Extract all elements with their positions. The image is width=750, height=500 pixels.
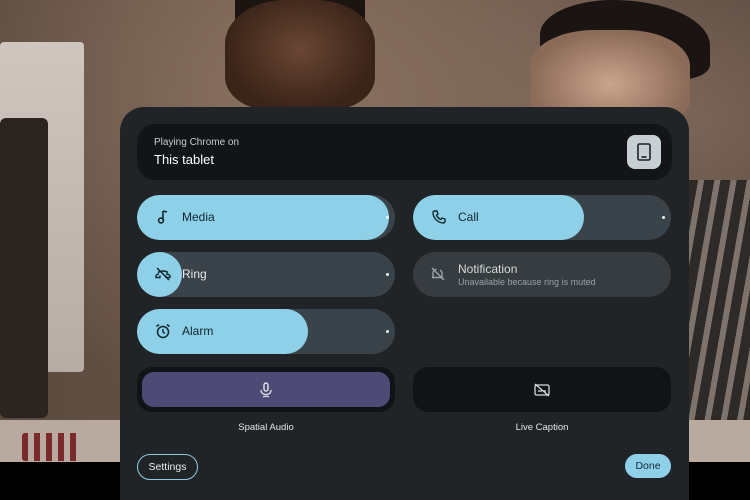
- notification-label: Notification: [458, 262, 518, 276]
- slider-end-dot: [386, 273, 389, 276]
- background-candles: [22, 433, 82, 461]
- spatial-audio-label: Spatial Audio: [238, 422, 294, 433]
- background-person-left: [225, 0, 375, 110]
- ring-label: Ring: [182, 267, 207, 281]
- spatial-audio-icon: [255, 379, 277, 401]
- volume-panel: Playing Chrome on This tablet Media Call…: [120, 107, 689, 500]
- notification-volume-disabled: Notification Unavailable because ring is…: [413, 252, 671, 297]
- playing-label: Playing Chrome on: [154, 137, 240, 148]
- background-monitor-screen: [0, 118, 48, 418]
- call-label: Call: [458, 210, 479, 224]
- alarm-icon: [153, 321, 173, 341]
- notification-muted-icon: [428, 264, 448, 284]
- live-caption-off-icon: [531, 379, 553, 401]
- ring-volume-slider[interactable]: Ring: [137, 252, 395, 297]
- spatial-audio-toggle[interactable]: [137, 367, 395, 412]
- phone-icon: [429, 207, 449, 227]
- slider-end-dot: [662, 216, 665, 219]
- notification-status: Unavailable because ring is muted: [458, 277, 596, 287]
- settings-button[interactable]: Settings: [137, 454, 198, 480]
- background-striped-shirt: [688, 180, 750, 430]
- ring-muted-icon: [153, 264, 173, 284]
- slider-end-dot: [386, 330, 389, 333]
- slider-end-dot: [386, 216, 389, 219]
- live-caption-label: Live Caption: [515, 422, 569, 433]
- call-volume-slider[interactable]: Call: [413, 195, 671, 240]
- music-note-icon: [153, 207, 173, 227]
- tablet-icon[interactable]: [627, 135, 661, 169]
- done-button[interactable]: Done: [625, 454, 671, 478]
- device-name: This tablet: [154, 152, 214, 167]
- alarm-label: Alarm: [182, 324, 214, 338]
- alarm-volume-slider[interactable]: Alarm: [137, 309, 395, 354]
- media-volume-slider[interactable]: Media: [137, 195, 395, 240]
- media-volume-fill: [137, 195, 389, 240]
- live-caption-toggle[interactable]: [413, 367, 671, 412]
- media-label: Media: [182, 210, 215, 224]
- output-device-card[interactable]: Playing Chrome on This tablet: [137, 124, 672, 180]
